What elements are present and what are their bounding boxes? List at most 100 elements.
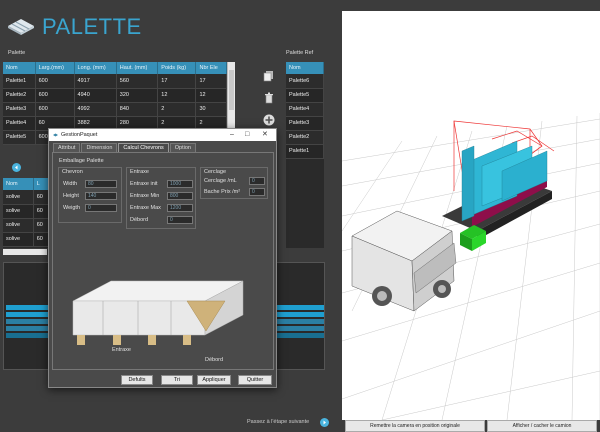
table-cell: 840 xyxy=(116,102,159,117)
entraxe-min-field[interactable]: 800 xyxy=(167,192,193,200)
entraxe-title: Entraxe xyxy=(130,169,149,175)
column-header[interactable]: Nom xyxy=(3,62,36,74)
weight-label: Weigth xyxy=(63,205,81,211)
table-cell: Palette1 xyxy=(3,74,36,89)
table-cell: solive xyxy=(3,218,34,233)
table-cell: 600 xyxy=(35,102,75,117)
height-field[interactable]: 140 xyxy=(85,192,117,200)
cerclage-group: Cerclage Cerclage /mL 0 Bache Prix /m² 0 xyxy=(200,167,268,199)
palette-section-label: Palette xyxy=(8,50,26,56)
app-window-icon xyxy=(52,131,59,138)
previous-arrow-icon[interactable] xyxy=(12,163,21,172)
table-cell: Palette2 xyxy=(286,130,324,145)
table-cell: 4992 xyxy=(74,102,117,117)
table-row[interactable]: solive 60 xyxy=(3,218,54,233)
trash-icon[interactable] xyxy=(263,92,275,104)
reset-camera-button[interactable]: Remettre la camera en position originale xyxy=(345,420,485,432)
gestion-paquet-dialog: GestionPaquet – □ ✕ Attribut Dimension C… xyxy=(48,128,277,388)
dialog-tabbar: Attribut Dimension Calcul Chevrons Optio… xyxy=(53,143,197,152)
next-step-arrow-icon[interactable] xyxy=(320,418,329,427)
table-row[interactable]: Palette2 600 4940 320 12 12 xyxy=(3,88,227,103)
toggle-truck-button[interactable]: Afficher / cacher le camion xyxy=(487,420,597,432)
entraxe-caption: Entraxe xyxy=(112,347,131,353)
table-row[interactable]: Palette1 xyxy=(286,144,324,159)
close-icon[interactable]: ✕ xyxy=(262,131,268,139)
column-header[interactable]: Long. (mm) xyxy=(74,62,117,74)
table-row[interactable]: Palette3 xyxy=(286,116,324,131)
table-cell: Palette4 xyxy=(286,102,324,117)
maximize-icon[interactable]: □ xyxy=(245,131,249,139)
app-title: PALETTE xyxy=(42,14,142,39)
dialog-titlebar[interactable]: GestionPaquet – □ ✕ xyxy=(49,129,276,141)
table-cell: Palette5 xyxy=(3,130,36,145)
cerclage-ml-label: Cerclage /mL xyxy=(204,178,237,184)
table-cell: 2 xyxy=(157,102,197,117)
table-cell: 320 xyxy=(116,88,159,103)
apply-button[interactable]: Appliquer xyxy=(197,375,231,385)
bache-field[interactable]: 0 xyxy=(249,188,265,196)
dialog-title: GestionPaquet xyxy=(61,132,98,138)
column-header[interactable]: Nom xyxy=(3,178,34,190)
tab-content-panel: Emballage Palette Chevron Width 80 Heigh… xyxy=(52,152,274,370)
table-row[interactable]: Palette2 xyxy=(286,130,324,145)
table-cell: Palette5 xyxy=(286,88,324,103)
table-row[interactable]: Palette3 600 4992 840 2 30 xyxy=(3,102,227,117)
table-row[interactable]: Palette6 xyxy=(286,74,324,89)
chevron-group: Chevron Width 80 Height 140 Weigth 0 xyxy=(58,167,122,223)
height-label: Height xyxy=(63,193,79,199)
table-cell: solive xyxy=(3,204,34,219)
add-icon[interactable] xyxy=(263,114,275,126)
weight-field[interactable]: 0 xyxy=(85,204,117,212)
tab-calcul-chevrons[interactable]: Calcul Chevrons xyxy=(118,143,169,152)
debord-label: Débord xyxy=(130,217,149,223)
tab-attribut[interactable]: Attribut xyxy=(53,143,81,152)
palette-logo-icon xyxy=(6,14,36,36)
entraxe-max-label: Entraxe Max xyxy=(130,205,161,211)
table-cell: solive xyxy=(3,232,34,247)
column-header[interactable]: Nbr Ele xyxy=(195,62,227,74)
entraxe-init-field[interactable]: 1000 xyxy=(167,180,193,188)
table-cell: Palette1 xyxy=(286,144,324,159)
table-cell: 600 xyxy=(35,74,75,89)
cerclage-ml-field[interactable]: 0 xyxy=(249,177,265,185)
table-row[interactable]: Palette5 xyxy=(286,88,324,103)
column-header[interactable]: Larg.(mm) xyxy=(35,62,75,74)
minimize-icon[interactable]: – xyxy=(230,131,234,139)
palette-ref-section-label: Palette Ref xyxy=(286,50,314,56)
tab-option[interactable]: Option xyxy=(169,143,196,152)
table-row[interactable]: Palette4 xyxy=(286,102,324,117)
tri-button[interactable]: Tri xyxy=(161,375,193,385)
defaults-button[interactable]: Defults xyxy=(121,375,153,385)
debord-caption: Débord xyxy=(205,357,224,363)
quit-button[interactable]: Quitter xyxy=(238,375,272,385)
chevron-title: Chevron xyxy=(62,169,83,175)
column-header[interactable]: Poids (kg) xyxy=(157,62,197,74)
lower-table-hscrollbar[interactable] xyxy=(3,249,47,255)
table-row[interactable]: solive 60 xyxy=(3,232,54,247)
tab-dimension[interactable]: Dimension xyxy=(81,143,118,152)
entraxe-max-field[interactable]: 1200 xyxy=(167,204,193,212)
pallet-illustration xyxy=(63,257,263,347)
width-field[interactable]: 80 xyxy=(85,180,117,188)
table-row[interactable]: Palette1 600 4917 560 17 17 xyxy=(3,74,227,89)
palette-ref-header: Nom xyxy=(286,62,324,74)
table-cell: Palette3 xyxy=(286,116,324,131)
lower-table: Nom L solive 60 solive 60 solive 60 solive 60 xyxy=(3,178,54,247)
table-cell: 17 xyxy=(195,74,227,89)
entraxe-init-label: Entraxe init xyxy=(130,181,158,187)
truck-scene xyxy=(341,113,600,421)
table-cell: 600 xyxy=(35,88,75,103)
column-header[interactable]: Haut. (mm) xyxy=(116,62,159,74)
lower-table-container: Nom L solive 60 solive 60 solive 60 solive 60 xyxy=(3,178,54,248)
table-cell: Palette2 xyxy=(3,88,36,103)
debord-field[interactable]: 0 xyxy=(167,216,193,224)
table-row[interactable]: solive 60 xyxy=(3,204,54,219)
scrollbar-thumb[interactable] xyxy=(229,70,234,110)
table-cell: Palette3 xyxy=(3,102,36,117)
3d-viewport[interactable] xyxy=(341,11,600,421)
copy-icon[interactable] xyxy=(263,70,275,82)
entraxe-min-label: Entraxe Min xyxy=(130,193,160,199)
palette-ref-table: Nom Palette6 Palette5 Palette4 Palette3 Pale… xyxy=(286,62,324,159)
table-cell: 560 xyxy=(116,74,159,89)
table-row[interactable]: solive 60 xyxy=(3,190,54,205)
